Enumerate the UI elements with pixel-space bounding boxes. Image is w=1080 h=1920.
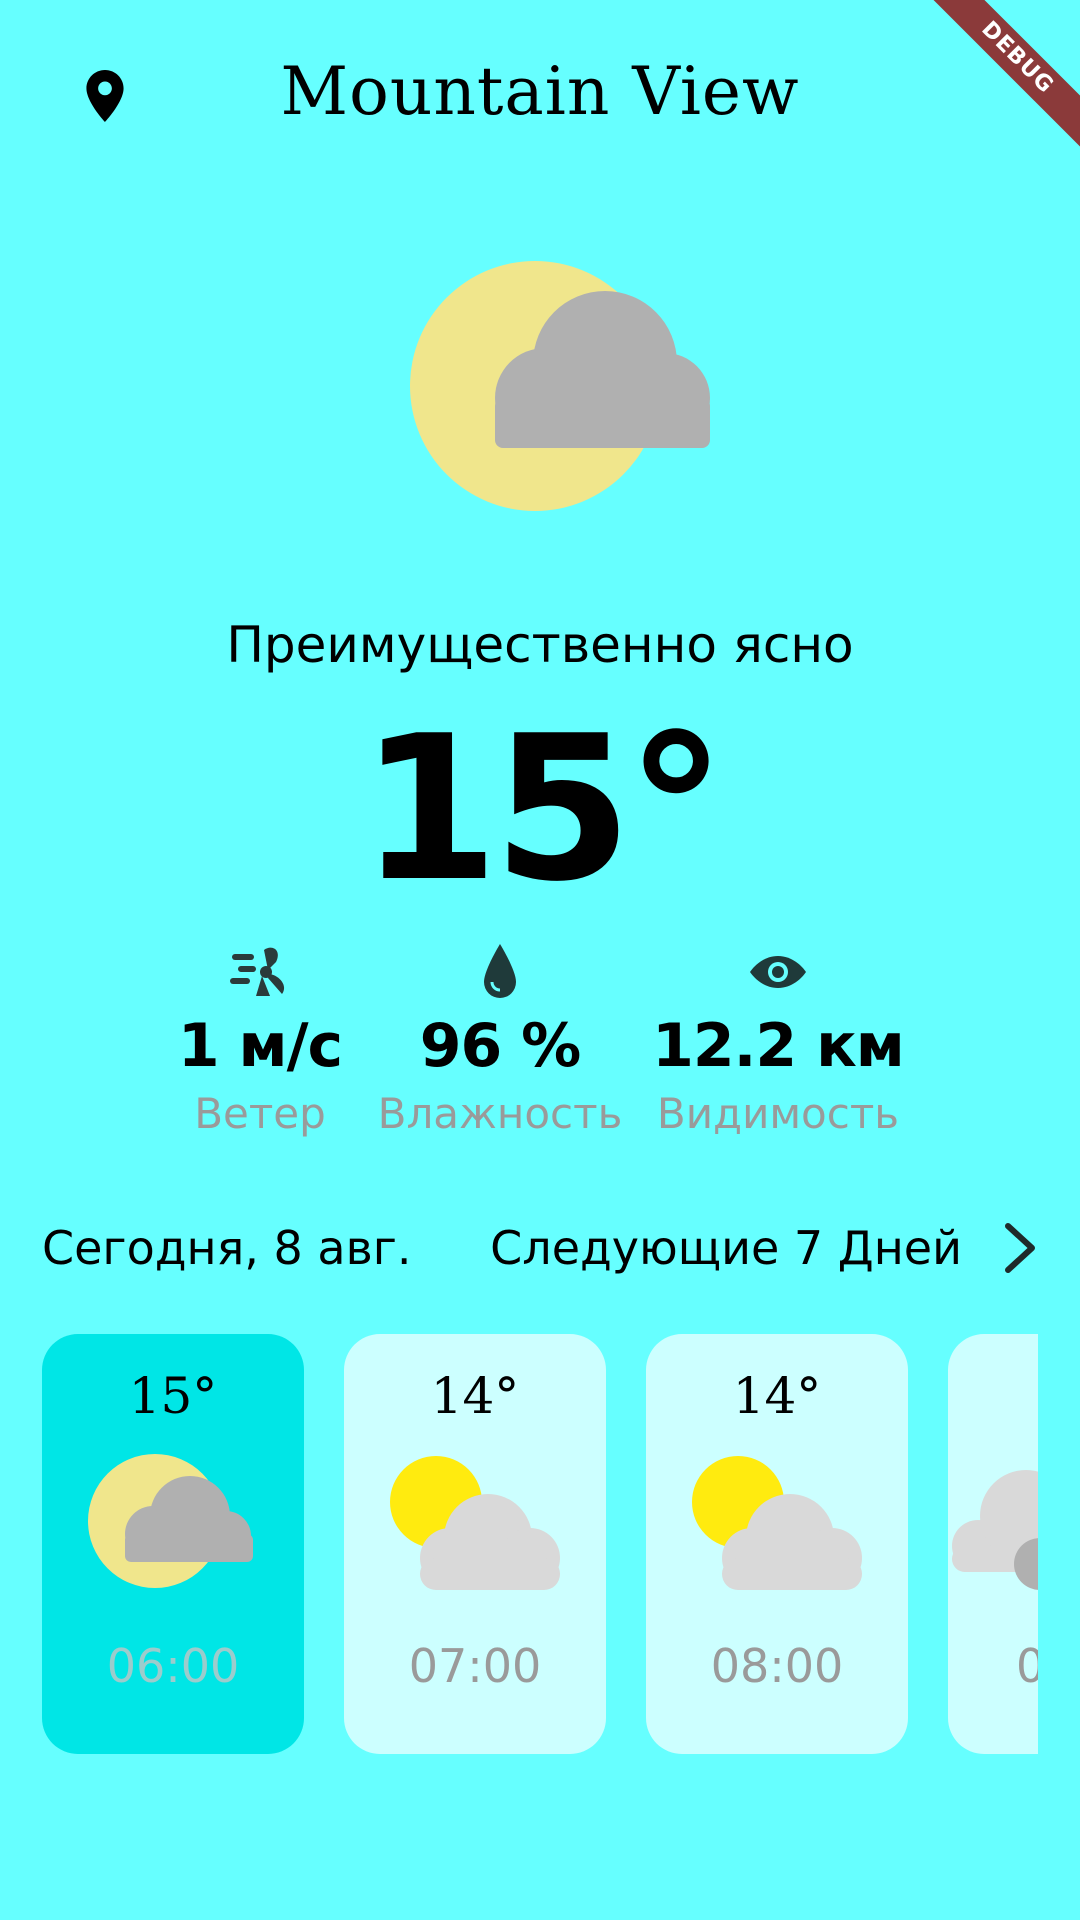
weather-condition: Преимущественно ясно (226, 616, 854, 674)
next-days-label: Следующие 7 Дней (490, 1221, 962, 1275)
eye-icon (648, 940, 908, 1004)
wind-label: Ветер (194, 1089, 326, 1138)
next-7-days-button[interactable]: Следующие 7 Дней (490, 1221, 1040, 1275)
cloudy-icon (948, 1446, 1038, 1596)
visibility-stat: 12.2 км Видимость (648, 940, 908, 1144)
today-label: Сегодня, 8 авг. (42, 1221, 412, 1275)
visibility-label: Видимость (656, 1089, 900, 1138)
hourly-card[interactable]: 15° 06:00 (42, 1334, 304, 1754)
humidity-stat: 96 % Влажность (370, 940, 630, 1144)
hourly-time: 0 (1016, 1639, 1038, 1693)
humidity-label: Влажность (377, 1089, 623, 1138)
wind-stat: 1 м/с Ветер (130, 940, 390, 1144)
wind-icon (130, 940, 390, 1004)
hourly-temp: 15° (128, 1367, 218, 1425)
visibility-value: 12.2 км (652, 1011, 905, 1081)
hourly-card[interactable]: 14° 08:00 (646, 1334, 908, 1754)
hourly-time: 08:00 (710, 1639, 844, 1693)
debug-banner: DEBUG (910, 0, 1080, 170)
partly-cloudy-night-icon (88, 1446, 258, 1596)
hourly-temp: 14° (732, 1367, 822, 1425)
hourly-card[interactable]: 14° 07:00 (344, 1334, 606, 1754)
wind-value: 1 м/с (177, 1011, 343, 1081)
partly-cloudy-day-icon (692, 1446, 862, 1596)
humidity-value: 96 % (419, 1011, 582, 1081)
chevron-right-icon (1000, 1222, 1040, 1274)
partly-cloudy-night-icon (410, 258, 720, 518)
current-temperature: 15° (359, 693, 726, 926)
forecast-header: Сегодня, 8 авг. Следующие 7 Дней (42, 1216, 1040, 1280)
weather-screen: Mountain View DEBUG Преимущественно ясно… (0, 0, 1080, 1920)
hourly-time: 06:00 (106, 1639, 240, 1693)
hourly-forecast-list[interactable]: 15° 06:00 14° 07:00 14° 08:00 0 (42, 1334, 1038, 1754)
partly-cloudy-day-icon (390, 1446, 560, 1596)
humidity-drop-icon (370, 940, 630, 1004)
hourly-time: 07:00 (408, 1639, 542, 1693)
hourly-card[interactable]: 0 (948, 1334, 1038, 1754)
hourly-temp: 14° (430, 1367, 520, 1425)
debug-label: DEBUG (915, 0, 1080, 160)
